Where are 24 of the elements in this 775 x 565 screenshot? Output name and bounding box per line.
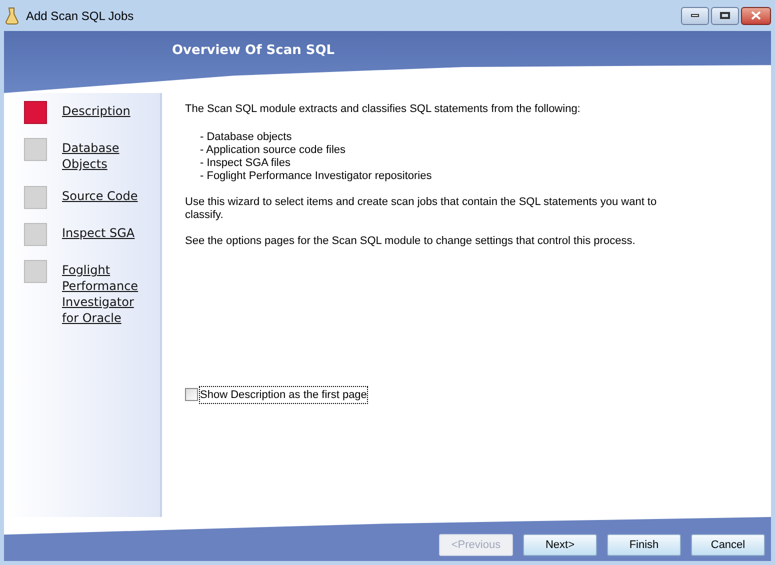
- checkbox-label[interactable]: Show Description as the first page: [199, 386, 368, 404]
- wizard-button[interactable]: Finish: [607, 534, 681, 556]
- minimize-button[interactable]: [681, 6, 709, 24]
- paragraph: Use this wizard to select items and create scan jobs that contain the SQL statements you want to classify.: [185, 196, 658, 222]
- maximize-button[interactable]: [711, 6, 739, 24]
- paragraph: See the options pages for the Scan SQL module to change settings that control this process.: [185, 234, 636, 248]
- wizard-button[interactable]: Next>: [523, 534, 597, 556]
- close-button[interactable]: [741, 6, 771, 24]
- list-item: - Foglight Performance Investigator repositories: [200, 170, 433, 182]
- close-icon: [751, 11, 761, 20]
- step-link[interactable]: Description: [62, 101, 138, 119]
- header-title: Overview Of Scan SQL: [172, 43, 335, 58]
- intro-text: The Scan SQL module extracts and classifies SQL statements from the following:: [185, 102, 582, 117]
- step-link[interactable]: Source Code: [62, 186, 138, 204]
- step-link[interactable]: Foglight Performance Investigator for Oracle: [62, 260, 138, 326]
- list-item: - Inspect SGA files: [200, 156, 292, 170]
- flask-icon: [4, 6, 20, 24]
- wizard-button[interactable]: Cancel: [691, 534, 765, 556]
- checkbox[interactable]: [185, 388, 198, 402]
- window-title: Add Scan SQL Jobs: [26, 8, 134, 24]
- step-link[interactable]: Inspect SGA: [62, 223, 138, 241]
- list-item: - Application source code files: [200, 144, 347, 156]
- step-link[interactable]: Database Objects: [62, 138, 138, 172]
- list-item: - Database objects: [200, 130, 293, 144]
